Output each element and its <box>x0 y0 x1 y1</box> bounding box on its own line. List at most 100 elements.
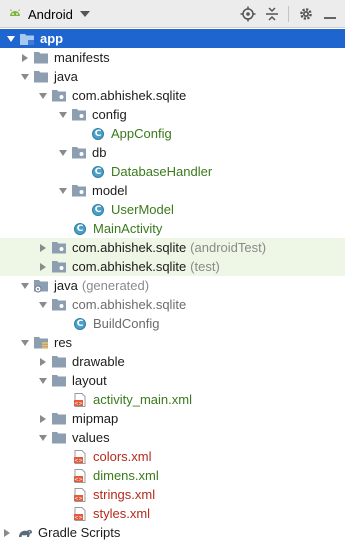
svg-text:<>: <> <box>74 496 82 502</box>
tree-item-values[interactable]: values <box>0 428 345 447</box>
package-icon <box>51 88 67 104</box>
tree-item-label: colors.xml <box>93 449 152 464</box>
expand-arrow-icon[interactable] <box>18 70 32 84</box>
svg-text:<>: <> <box>74 515 82 521</box>
tree-item-label: java <box>54 278 78 293</box>
tree-item-model[interactable]: model <box>0 181 345 200</box>
tree-item-app[interactable]: app <box>0 29 345 48</box>
resource-folder-icon <box>33 335 49 351</box>
tree-item-label: values <box>72 430 110 445</box>
package-icon <box>51 240 67 256</box>
expand-arrow-icon[interactable] <box>36 374 50 388</box>
tree-item-label: MainActivity <box>93 221 163 236</box>
tree-item-label: com.abhishek.sqlite <box>72 297 187 312</box>
tree-item-package-test[interactable]: com.abhishek.sqlite (test) <box>0 257 345 276</box>
tree-item-label: com.abhishek.sqlite <box>72 240 187 255</box>
expand-arrow-icon[interactable] <box>36 89 50 103</box>
project-view-label: Android <box>28 6 73 22</box>
tree-item-label: styles.xml <box>93 506 151 521</box>
collapse-arrow-icon[interactable] <box>36 241 50 255</box>
tree-item-label: com.abhishek.sqlite <box>72 259 187 274</box>
tree-item-gradle-scripts[interactable]: Gradle Scripts <box>0 523 345 542</box>
tree-item-config[interactable]: config <box>0 105 345 124</box>
tree-item-label: DatabaseHandler <box>111 164 213 179</box>
collapse-arrow-icon[interactable] <box>36 260 50 274</box>
expand-arrow-icon[interactable] <box>36 298 50 312</box>
tree-item-package-androidtest[interactable]: com.abhishek.sqlite (androidTest) <box>0 238 345 257</box>
expand-arrow-icon[interactable] <box>36 431 50 445</box>
tree-item-label: com.abhishek.sqlite <box>72 88 187 103</box>
expand-arrow-icon[interactable] <box>18 279 32 293</box>
tree-item-suffix: (androidTest) <box>190 240 267 255</box>
tree-item-res[interactable]: res <box>0 333 345 352</box>
collapse-arrow-icon[interactable] <box>36 412 50 426</box>
tree-item-appconfig[interactable]: C AppConfig <box>0 124 345 143</box>
tree-item-layout[interactable]: layout <box>0 371 345 390</box>
tree-item-label: java <box>54 69 78 84</box>
expand-arrow-icon[interactable] <box>56 108 70 122</box>
tree-item-buildconfig[interactable]: C BuildConfig <box>0 314 345 333</box>
tree-item-label: manifests <box>54 50 110 65</box>
tree-item-package-generated[interactable]: com.abhishek.sqlite <box>0 295 345 314</box>
collapse-arrow-icon[interactable] <box>0 526 14 540</box>
tree-item-suffix: (test) <box>190 259 220 274</box>
expand-arrow-icon[interactable] <box>4 32 18 46</box>
folder-icon <box>51 430 67 446</box>
tree-item-label: dimens.xml <box>93 468 159 483</box>
gear-icon[interactable] <box>297 5 315 23</box>
tree-item-db[interactable]: db <box>0 143 345 162</box>
tree-item-label: app <box>40 31 64 46</box>
class-icon: C <box>90 202 106 218</box>
tree-item-label: layout <box>72 373 107 388</box>
tree-item-drawable[interactable]: drawable <box>0 352 345 371</box>
expand-arrow-icon[interactable] <box>18 336 32 350</box>
folder-icon <box>33 50 49 66</box>
tree-item-label: drawable <box>72 354 125 369</box>
xml-file-icon: <> <box>72 506 88 522</box>
tree-item-databasehandler[interactable]: C DatabaseHandler <box>0 162 345 181</box>
xml-file-icon: <> <box>72 487 88 503</box>
package-icon <box>51 259 67 275</box>
expand-arrow-icon[interactable] <box>56 146 70 160</box>
tree-item-suffix: (generated) <box>81 278 150 293</box>
tree-item-label: model <box>92 183 128 198</box>
tree-item-mipmap[interactable]: mipmap <box>0 409 345 428</box>
package-icon <box>71 145 87 161</box>
tree-item-strings-xml[interactable]: <> strings.xml <box>0 485 345 504</box>
tree-item-manifests[interactable]: manifests <box>0 48 345 67</box>
tree-item-package[interactable]: com.abhishek.sqlite <box>0 86 345 105</box>
tree-item-activity-main-xml[interactable]: <> activity_main.xml <box>0 390 345 409</box>
tree-item-java-generated[interactable]: java (generated) <box>0 276 345 295</box>
tree-item-mainactivity[interactable]: C MainActivity <box>0 219 345 238</box>
project-toolbar: Android <box>0 0 345 28</box>
class-icon: C <box>72 316 88 332</box>
package-icon <box>71 183 87 199</box>
svg-text:<>: <> <box>74 458 82 464</box>
locate-icon[interactable] <box>239 5 257 23</box>
xml-file-icon: <> <box>72 392 88 408</box>
tree-item-label: config <box>92 107 127 122</box>
tree-item-styles-xml[interactable]: <> styles.xml <box>0 504 345 523</box>
tree-item-colors-xml[interactable]: <> colors.xml <box>0 447 345 466</box>
tree-item-label: AppConfig <box>111 126 172 141</box>
tree-item-java[interactable]: java <box>0 67 345 86</box>
folder-icon <box>51 373 67 389</box>
generated-folder-icon <box>33 278 49 294</box>
class-icon: C <box>90 164 106 180</box>
class-icon: C <box>72 221 88 237</box>
hide-icon[interactable] <box>321 5 339 23</box>
tree-item-usermodel[interactable]: C UserModel <box>0 200 345 219</box>
expand-arrow-icon[interactable] <box>56 184 70 198</box>
folder-icon <box>51 411 67 427</box>
gradle-icon <box>17 525 33 541</box>
collapse-arrow-icon[interactable] <box>36 355 50 369</box>
package-icon <box>71 107 87 123</box>
tree-item-label: UserModel <box>111 202 174 217</box>
tree-item-label: res <box>54 335 73 350</box>
project-view-selector[interactable]: Android <box>7 5 90 23</box>
tree-item-dimens-xml[interactable]: <> dimens.xml <box>0 466 345 485</box>
collapse-icon[interactable] <box>263 5 281 23</box>
android-icon <box>7 7 23 21</box>
tree-item-label: db <box>92 145 107 160</box>
collapse-arrow-icon[interactable] <box>18 51 32 65</box>
